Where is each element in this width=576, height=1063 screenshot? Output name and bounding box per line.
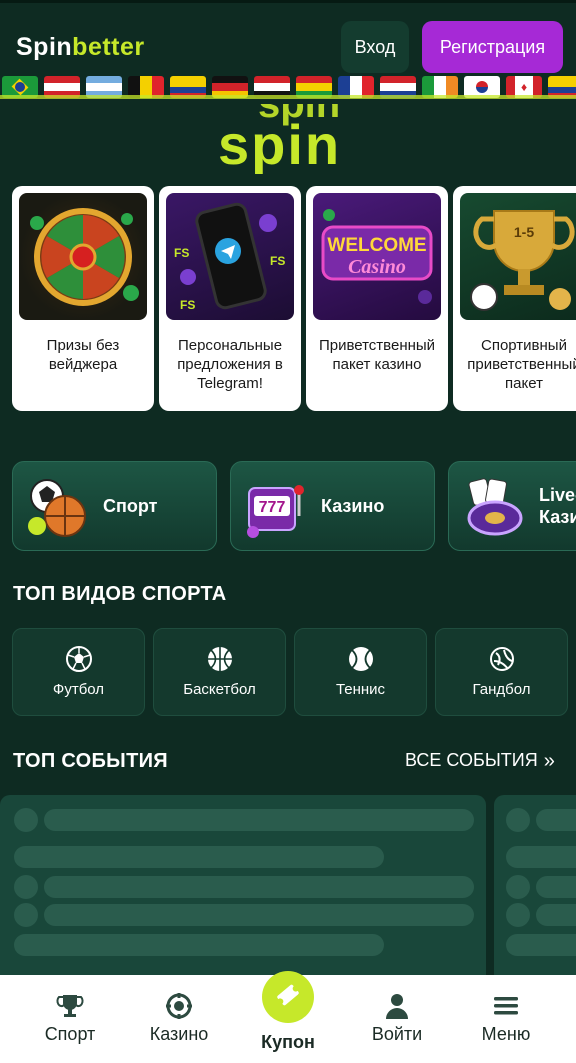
category-label: Казино (321, 496, 385, 516)
slot-machine-icon: 777 (243, 474, 309, 540)
svg-text:WELCOME: WELCOME (327, 235, 426, 256)
svg-text:FS: FS (174, 246, 189, 260)
ticket-icon (275, 982, 301, 1013)
sport-label: Футбол (52, 681, 105, 698)
skeleton-circle (14, 903, 38, 927)
promo-card[interactable]: 1-5 Спортивный приветственный пакет (453, 186, 576, 411)
nav-label: Меню (481, 1024, 531, 1044)
skeleton-line (536, 904, 576, 926)
events-skeleton (0, 795, 576, 975)
promo-label: Приветственный пакет казино (318, 337, 436, 373)
svg-text:777: 777 (259, 499, 286, 516)
skeleton-circle (506, 808, 530, 832)
promo-label: Спортивный приветственный пакет (467, 337, 576, 392)
sport-basketball[interactable]: Баскетбол (153, 628, 286, 716)
category-tiles: Спорт 777 Казино Live-Казино (12, 461, 576, 551)
event-card-skeleton (494, 795, 576, 975)
category-casino[interactable]: 777 Казино (230, 461, 435, 551)
top-events-title: ТОП СОБЫТИЯ (13, 750, 168, 772)
skeleton-line (44, 876, 474, 898)
category-sport[interactable]: Спорт (12, 461, 217, 551)
all-events-label: ВСЕ СОБЫТИЯ (405, 750, 538, 770)
handball-icon (488, 645, 516, 673)
skeleton-circle (14, 875, 38, 899)
promo-label: Призы без вейджера (46, 337, 120, 373)
top-sports-list: Футбол Баскетбол Теннис Гандбол (12, 628, 576, 716)
spin-banner: spin spin (218, 104, 358, 174)
sport-label: Баскетбол (183, 681, 256, 698)
logo-better: better (72, 33, 145, 61)
svg-text:1-5: 1-5 (514, 224, 534, 240)
category-label: Спорт (103, 496, 158, 516)
welcome-casino-icon: WELCOME Casino (313, 193, 441, 320)
category-live-casino[interactable]: Live-Казино (448, 461, 576, 551)
sport-label: Теннис (335, 681, 386, 698)
sport-tennis[interactable]: Теннис (294, 628, 427, 716)
nav-casino[interactable]: Казино (124, 975, 234, 1063)
skeleton-line (14, 934, 384, 956)
header: Spinbetter Вход Регистрация (0, 3, 576, 75)
menu-icon (492, 992, 520, 1020)
nav-label: Казино (149, 1024, 209, 1044)
tennis-icon (347, 645, 375, 673)
skeleton-line (506, 846, 576, 868)
svg-text:Casino: Casino (348, 256, 406, 278)
bottom-nav: Спорт Казино Купон Войти Меню (0, 971, 576, 1063)
nav-menu[interactable]: Меню (451, 975, 561, 1063)
prize-wheel-icon (19, 193, 147, 320)
skeleton-line (44, 904, 474, 926)
logo-spin: Spin (16, 33, 73, 61)
register-button[interactable]: Регистрация (422, 21, 563, 73)
coupon-label[interactable]: Купон (238, 1032, 338, 1053)
svg-text:FS: FS (270, 254, 285, 268)
spin-banner-text: spin (218, 113, 342, 174)
nav-login[interactable]: Войти (342, 975, 452, 1063)
all-events-link[interactable]: ВСЕ СОБЫТИЯ » (405, 750, 555, 771)
casino-chip-icon (165, 992, 193, 1020)
double-chevron-right-icon: » (543, 749, 555, 772)
trophy-icon: 1-5 (460, 193, 576, 320)
flags-garland-line (0, 95, 576, 99)
football-icon (65, 645, 93, 673)
skeleton-line (536, 809, 576, 831)
telegram-phone-icon: FS FS FS (166, 193, 294, 320)
top-sports-title: ТОП ВИДОВ СПОРТА (13, 583, 227, 605)
event-card-skeleton (0, 795, 486, 975)
trophy-icon (56, 992, 84, 1020)
skeleton-line (14, 846, 384, 868)
category-label: Live-Казино (539, 485, 576, 527)
skeleton-line (44, 809, 474, 831)
nav-sport[interactable]: Спорт (15, 975, 125, 1063)
svg-text:FS: FS (180, 298, 195, 312)
sport-football[interactable]: Футбол (12, 628, 145, 716)
skeleton-line (506, 934, 576, 956)
logo[interactable]: Spinbetter (16, 33, 145, 62)
skeleton-line (536, 876, 576, 898)
login-button[interactable]: Вход (341, 21, 409, 73)
nav-label: Спорт (44, 1024, 96, 1044)
sport-label: Гандбол (472, 681, 531, 698)
promo-card[interactable]: FS FS FS Персональные предложения в Tele… (159, 186, 301, 411)
skeleton-circle (506, 903, 530, 927)
nav-label: Войти (371, 1024, 423, 1044)
coupon-button[interactable] (262, 971, 314, 1023)
promo-label: Персональные предложения в Telegram! (177, 337, 283, 392)
basketball-icon (206, 645, 234, 673)
promo-card[interactable]: Призы без вейджера (12, 186, 154, 411)
promo-card[interactable]: WELCOME Casino Приветственный пакет кази… (306, 186, 448, 411)
sport-balls-icon (25, 474, 91, 540)
sport-handball[interactable]: Гандбол (435, 628, 568, 716)
skeleton-circle (506, 875, 530, 899)
roulette-icon (461, 474, 527, 540)
user-icon (383, 992, 411, 1020)
skeleton-circle (14, 808, 38, 832)
promo-carousel: Призы без вейджера FS FS FS Персональные… (12, 186, 576, 411)
